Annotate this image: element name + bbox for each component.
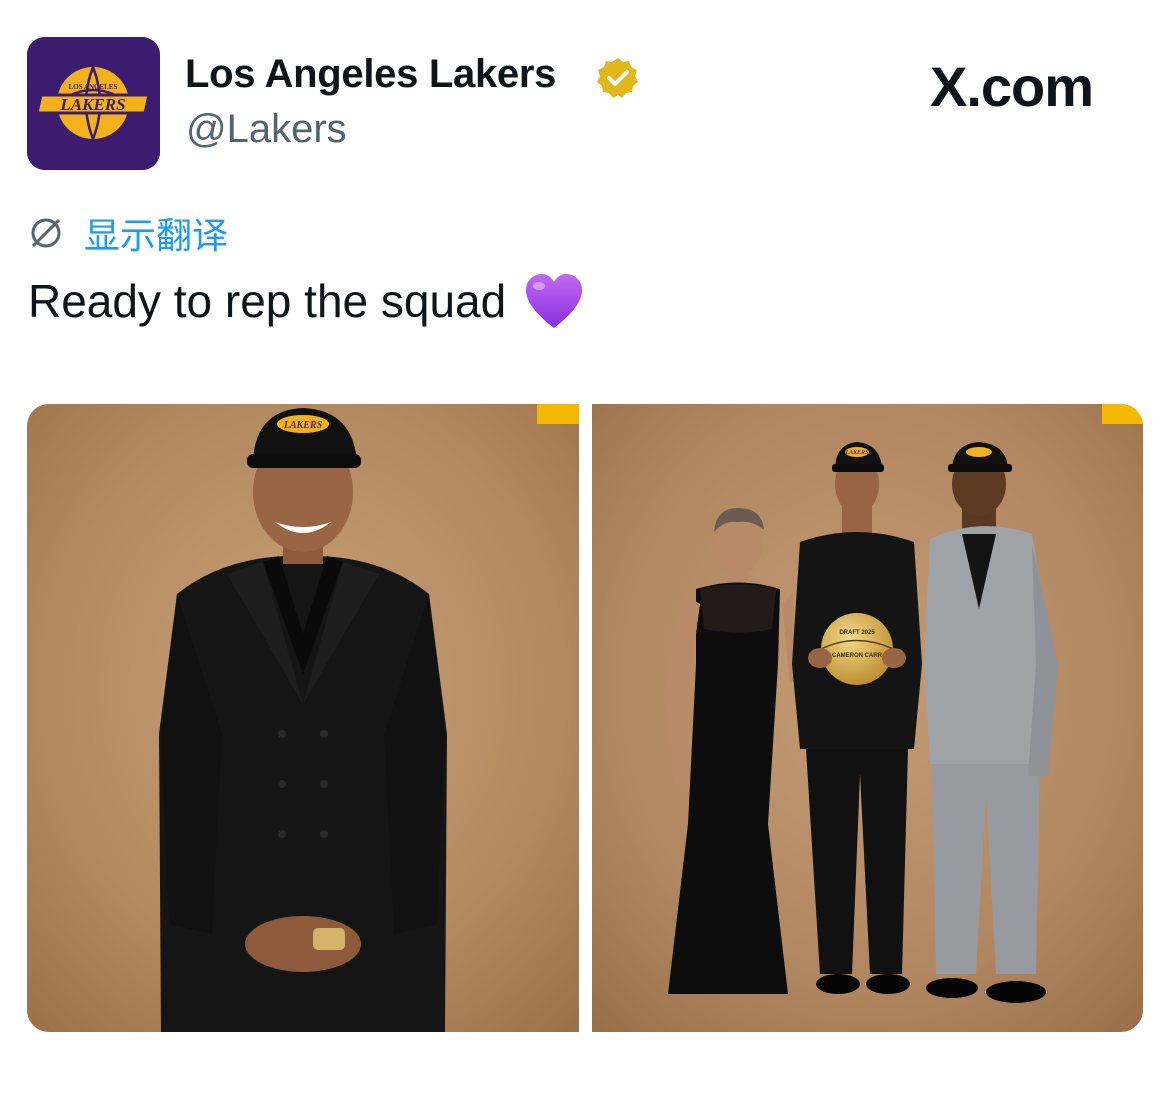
lakers-logo-icon: LAKERS LOS ANGELES — [27, 37, 160, 170]
draft-basketball: DRAFT 2025 CAMERON CARR — [820, 613, 894, 685]
site-label: X.com — [930, 55, 1094, 118]
accent-bar — [1102, 404, 1143, 424]
verified-badge-icon — [597, 58, 638, 98]
tweet-text: Ready to rep the squad — [28, 272, 584, 330]
translate-globe-icon — [31, 218, 61, 248]
photo-player-solo[interactable]: LAKERS — [27, 404, 579, 1032]
show-translation-link[interactable]: 显示翻译 — [28, 210, 228, 256]
display-name[interactable]: Los Angeles Lakers — [185, 52, 556, 97]
watch — [313, 928, 345, 950]
show-translation-label: 显示翻译 — [84, 215, 229, 256]
accent-bar — [537, 404, 579, 424]
tweet-body: Ready to rep the squad — [28, 275, 507, 327]
svg-text:DRAFT 2025: DRAFT 2025 — [839, 630, 875, 636]
cap-logo: LAKERS — [283, 420, 323, 431]
photo-player-family[interactable]: LAKERS DRAFT 2025 CAMERON CARR — [592, 404, 1143, 1032]
svg-text:CAMERON CARR: CAMERON CARR — [832, 653, 883, 659]
avatar-logo-top: LOS ANGELES — [69, 83, 118, 91]
avatar[interactable]: LAKERS LOS ANGELES — [27, 37, 160, 170]
cap-logo: LAKERS — [844, 450, 869, 456]
media-grid[interactable]: LAKERS LAKERS DRAFT 2025 CAMERON CARR — [27, 404, 1143, 1032]
avatar-logo-word: LAKERS — [59, 95, 125, 114]
purple-heart-icon — [526, 274, 583, 328]
handle[interactable]: @Lakers — [186, 107, 347, 152]
